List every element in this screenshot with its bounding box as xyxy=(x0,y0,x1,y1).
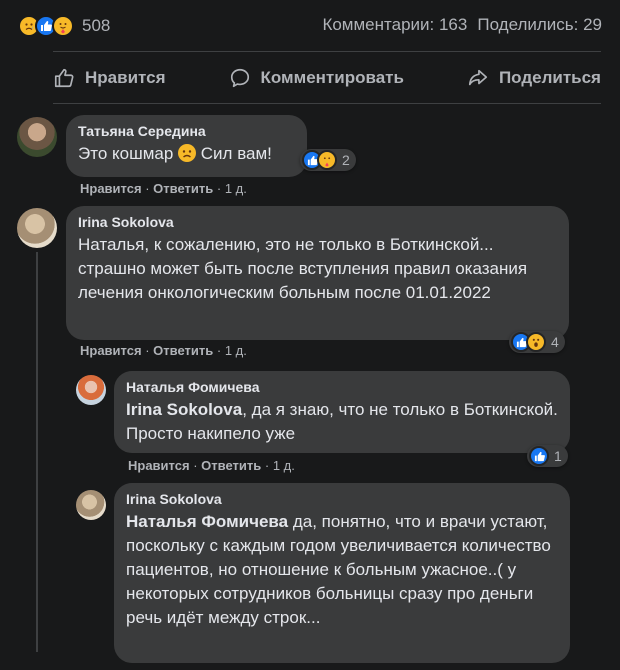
share-button-label: Поделиться xyxy=(498,68,601,87)
comment-button-label: Комментировать xyxy=(260,68,404,87)
comment-meta: Нравится · Ответить · 1 д. xyxy=(128,458,295,473)
comment-author[interactable]: Irina Sokolova xyxy=(126,491,558,507)
mention-link[interactable]: Наталья Фомичева xyxy=(126,512,288,531)
avatar[interactable] xyxy=(17,117,57,157)
comment-reactions[interactable]: 2 xyxy=(300,149,356,171)
like-link[interactable]: Нравится xyxy=(80,181,142,196)
comment-text: Это кошмар Сил вам! xyxy=(78,144,272,163)
reaction-count: 4 xyxy=(551,334,559,350)
sad-face-icon xyxy=(178,144,197,162)
comment-bubble: Наталья Фомичева Irina Sokolova, да я зн… xyxy=(114,371,570,453)
like-link[interactable]: Нравится xyxy=(80,343,142,358)
avatar[interactable] xyxy=(76,490,106,520)
comment-author[interactable]: Наталья Фомичева xyxy=(126,379,558,395)
reaction-count: 2 xyxy=(342,152,350,168)
comment-reactions[interactable]: 4 xyxy=(509,331,565,353)
avatar[interactable] xyxy=(17,208,57,248)
post-actions-bar: Нравится Комментировать Поделиться xyxy=(53,60,601,96)
comment-text: Наталья, к сожалению, это не только в Бо… xyxy=(78,235,528,302)
timestamp[interactable]: 1 д. xyxy=(225,343,247,358)
mention-link[interactable]: Irina Sokolova xyxy=(126,400,242,419)
comment-text: Наталья Фомичева да, понятно, что и врач… xyxy=(126,512,551,627)
comment-meta: Нравится · Ответить · 1 д. xyxy=(80,343,247,358)
divider xyxy=(53,51,601,52)
comment-author[interactable]: Irina Sokolova xyxy=(78,214,557,230)
reply-link[interactable]: Ответить xyxy=(153,181,213,196)
like-button-label: Нравится xyxy=(85,68,166,87)
reply-link[interactable]: Ответить xyxy=(201,458,261,473)
share-button[interactable]: Поделиться xyxy=(467,67,601,89)
divider xyxy=(53,103,601,104)
reaction-count: 1 xyxy=(554,448,562,464)
comment-bubble-icon xyxy=(230,68,249,88)
reply-thread-line xyxy=(36,252,38,652)
timestamp[interactable]: 1 д. xyxy=(273,458,295,473)
comment-bubble: Татьяна Середина Это кошмар Сил вам! xyxy=(66,115,307,177)
timestamp[interactable]: 1 д. xyxy=(225,181,247,196)
care-hug-icon xyxy=(317,150,337,170)
comment-reactions[interactable]: 1 xyxy=(527,445,568,467)
shares-count[interactable]: Поделились: 29 xyxy=(477,15,602,35)
comment-author[interactable]: Татьяна Середина xyxy=(78,123,295,139)
share-arrow-icon xyxy=(468,69,488,86)
comment-text: Irina Sokolova, да я знаю, что не только… xyxy=(126,400,558,443)
comment-bubble: Irina Sokolova Наталья Фомичева да, поня… xyxy=(114,483,570,663)
comments-count[interactable]: Комментарии: 163 xyxy=(322,15,467,35)
comment-bubble: Irina Sokolova Наталья, к сожалению, это… xyxy=(66,206,569,340)
thumbs-up-icon xyxy=(529,446,549,466)
like-link[interactable]: Нравится xyxy=(128,458,190,473)
avatar[interactable] xyxy=(76,375,106,405)
care-hug-icon xyxy=(52,15,74,37)
like-button[interactable]: Нравится xyxy=(53,67,166,89)
reactions-summary[interactable]: 508 xyxy=(18,13,110,39)
engagement-stats: Комментарии: 163 Поделились: 29 xyxy=(322,15,602,35)
reaction-count[interactable]: 508 xyxy=(82,16,110,36)
comment-button[interactable]: Комментировать xyxy=(229,67,404,89)
reply-link[interactable]: Ответить xyxy=(153,343,213,358)
thumbs-up-outline-icon xyxy=(54,68,74,88)
comment-meta: Нравится · Ответить · 1 д. xyxy=(80,181,247,196)
wow-face-icon xyxy=(526,332,546,352)
